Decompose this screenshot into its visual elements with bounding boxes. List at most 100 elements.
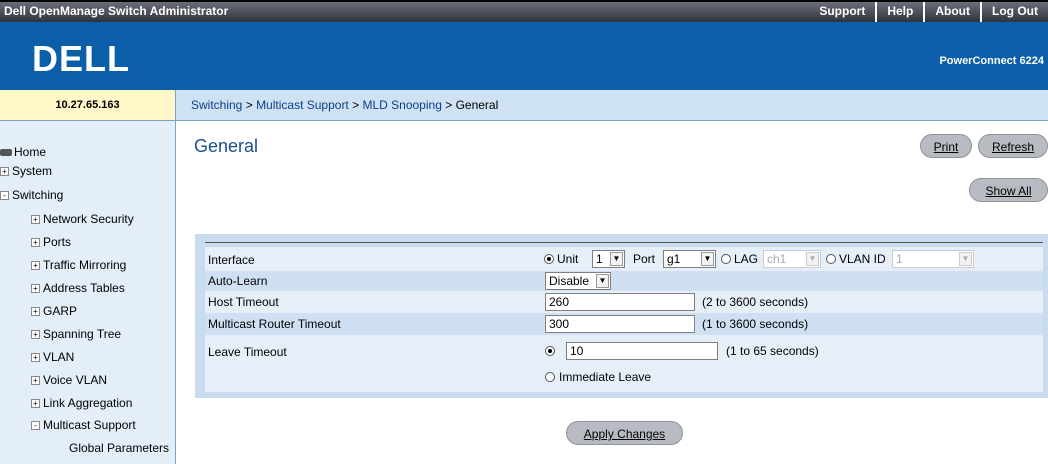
print-button[interactable]: Print bbox=[920, 134, 972, 158]
leave-timeout-value-radio[interactable] bbox=[545, 346, 555, 356]
sidebar-item-label: Voice VLAN bbox=[43, 373, 108, 387]
sidebar-item-address-tables[interactable]: + Address Tables bbox=[31, 281, 125, 295]
lag-radio[interactable] bbox=[721, 254, 731, 264]
breadcrumb-switching[interactable]: Switching bbox=[191, 98, 242, 112]
vlan-id-label: VLAN ID bbox=[839, 252, 886, 266]
breadcrumb-mld-snooping[interactable]: MLD Snooping bbox=[362, 98, 441, 112]
expand-icon[interactable]: + bbox=[31, 353, 40, 362]
chevron-down-icon: ▼ bbox=[701, 252, 714, 266]
router-timeout-label: Multicast Router Timeout bbox=[208, 317, 341, 331]
sidebar-item-switching[interactable]: - Switching bbox=[0, 188, 63, 202]
support-link[interactable]: Support bbox=[809, 2, 875, 22]
lag-label: LAG bbox=[734, 252, 759, 266]
router-timeout-hint: (1 to 3600 seconds) bbox=[702, 317, 809, 331]
sidebar-item-link-aggregation[interactable]: + Link Aggregation bbox=[31, 396, 132, 410]
vlan-id-value: 1 bbox=[896, 252, 903, 266]
sidebar-item-spanning-tree[interactable]: + Spanning Tree bbox=[31, 327, 121, 341]
breadcrumb-current: General bbox=[455, 98, 499, 112]
unit-label: Unit bbox=[557, 252, 579, 266]
home-icon bbox=[0, 149, 12, 156]
logout-link[interactable]: Log Out bbox=[980, 2, 1048, 22]
port-label: Port bbox=[633, 252, 656, 266]
brand-banner: DELL PowerConnect 6224 bbox=[0, 22, 1048, 90]
expand-icon[interactable]: + bbox=[31, 261, 40, 270]
panel-divider bbox=[205, 242, 1043, 243]
sidebar-item-traffic-mirroring[interactable]: + Traffic Mirroring bbox=[31, 258, 126, 272]
breadcrumb-separator: > bbox=[245, 98, 253, 112]
host-timeout-input[interactable]: 260 bbox=[545, 293, 695, 311]
expand-icon[interactable]: + bbox=[31, 284, 40, 293]
collapse-icon[interactable]: - bbox=[31, 421, 40, 430]
port-select[interactable]: g1 ▼ bbox=[663, 250, 716, 268]
sidebar-item-vlan[interactable]: + VLAN bbox=[31, 350, 74, 364]
collapse-icon[interactable]: - bbox=[0, 191, 9, 200]
sidebar-item-garp[interactable]: + GARP bbox=[31, 304, 77, 318]
host-timeout-label: Host Timeout bbox=[208, 295, 279, 309]
sidebar-item-label: Global Parameters bbox=[69, 441, 170, 455]
router-timeout-input[interactable]: 300 bbox=[545, 315, 695, 333]
sidebar-item-home[interactable]: Home bbox=[0, 145, 46, 159]
expand-icon[interactable]: + bbox=[31, 238, 40, 247]
sidebar-item-voice-vlan[interactable]: + Voice VLAN bbox=[31, 373, 107, 387]
breadcrumb-separator: > bbox=[445, 98, 453, 112]
expand-icon[interactable]: + bbox=[31, 215, 40, 224]
settings-panel: Interface Unit 1 ▼ Port g1 ▼ LAG ch1 ▼ VLAN… bbox=[195, 234, 1048, 398]
sidebar-item-multicast-support[interactable]: - Multicast Support bbox=[31, 418, 136, 432]
sidebar-item-label: Traffic Mirroring bbox=[43, 258, 127, 272]
host-timeout-row: Host Timeout 260 (2 to 3600 seconds) bbox=[205, 291, 1043, 313]
auto-learn-value: Disable bbox=[549, 274, 590, 288]
expand-icon[interactable]: + bbox=[31, 376, 40, 385]
interface-label: Interface bbox=[208, 253, 255, 267]
top-bar: Dell OpenManage Switch Administrator Sup… bbox=[0, 0, 1048, 22]
sidebar: Home + System - Switching + Network Securit… bbox=[0, 121, 176, 464]
about-link[interactable]: About bbox=[923, 2, 980, 22]
refresh-button[interactable]: Refresh bbox=[978, 134, 1048, 158]
sidebar-item-label: Address Tables bbox=[43, 281, 125, 295]
immediate-leave-radio[interactable] bbox=[545, 372, 555, 382]
help-link[interactable]: Help bbox=[875, 2, 923, 22]
show-all-button[interactable]: Show All bbox=[969, 178, 1048, 202]
router-timeout-row: Multicast Router Timeout 300 (1 to 3600 … bbox=[205, 313, 1043, 335]
device-ip: 10.27.65.163 bbox=[0, 90, 176, 120]
apply-changes-button[interactable]: Apply Changes bbox=[566, 421, 683, 445]
auto-learn-select[interactable]: Disable ▼ bbox=[545, 272, 611, 290]
location-bar: 10.27.65.163 Switching > Multicast Suppo… bbox=[0, 90, 1048, 121]
breadcrumb-separator: > bbox=[352, 98, 360, 112]
lag-value: ch1 bbox=[767, 252, 787, 266]
sidebar-item-label: Spanning Tree bbox=[43, 327, 122, 341]
app-title: Dell OpenManage Switch Administrator bbox=[4, 4, 229, 18]
leave-timeout-input[interactable]: 10 bbox=[566, 342, 718, 360]
port-value: g1 bbox=[667, 252, 681, 266]
sidebar-item-label: Link Aggregation bbox=[43, 396, 133, 410]
sidebar-item-global-parameters[interactable]: Global Parameters bbox=[69, 441, 169, 455]
leave-timeout-hint: (1 to 65 seconds) bbox=[726, 344, 819, 358]
expand-icon[interactable]: + bbox=[0, 167, 9, 176]
sidebar-item-label: Switching bbox=[12, 188, 64, 202]
page-title: General bbox=[194, 136, 259, 156]
expand-icon[interactable]: + bbox=[31, 330, 40, 339]
chevron-down-icon: ▼ bbox=[596, 274, 609, 288]
unit-radio[interactable] bbox=[544, 254, 554, 264]
sidebar-item-label: Network Security bbox=[43, 212, 134, 226]
unit-select[interactable]: 1 ▼ bbox=[592, 250, 625, 268]
device-model: PowerConnect 6224 bbox=[939, 55, 1044, 67]
expand-icon[interactable]: + bbox=[31, 307, 40, 316]
vlan-id-select[interactable]: 1 ▼ bbox=[892, 250, 974, 268]
vlan-id-radio[interactable] bbox=[826, 254, 836, 264]
sidebar-item-label: System bbox=[12, 164, 53, 178]
sidebar-item-system[interactable]: + System bbox=[0, 164, 52, 178]
host-timeout-hint: (2 to 3600 seconds) bbox=[702, 295, 809, 309]
sidebar-item-network-security[interactable]: + Network Security bbox=[31, 212, 134, 226]
sidebar-item-label: VLAN bbox=[43, 350, 75, 364]
chevron-down-icon: ▼ bbox=[959, 252, 972, 266]
lag-select[interactable]: ch1 ▼ bbox=[763, 250, 821, 268]
breadcrumb-multicast-support[interactable]: Multicast Support bbox=[256, 98, 349, 112]
sidebar-item-label: Ports bbox=[43, 235, 72, 249]
top-nav: Support Help About Log Out bbox=[809, 2, 1048, 22]
sidebar-item-label: Multicast Support bbox=[43, 418, 136, 432]
chevron-down-icon: ▼ bbox=[806, 252, 819, 266]
leave-timeout-row: Leave Timeout 10 (1 to 65 seconds) Immed… bbox=[205, 335, 1043, 392]
expand-icon[interactable]: + bbox=[31, 399, 40, 408]
unit-value: 1 bbox=[596, 252, 603, 266]
sidebar-item-ports[interactable]: + Ports bbox=[31, 235, 71, 249]
